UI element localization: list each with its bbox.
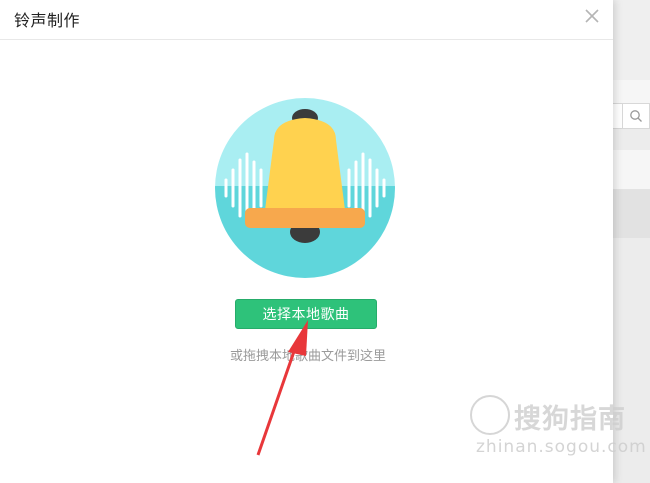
search-icon [629, 110, 642, 122]
dialog-title: 铃声制作 [14, 11, 81, 30]
background-block [612, 190, 650, 238]
watermark-logo [470, 395, 510, 435]
bell-icon [215, 98, 395, 278]
close-button[interactable] [582, 6, 602, 26]
watermark-url: zhinan.sogou.com [476, 437, 647, 457]
background-row [612, 150, 650, 190]
background-panel [612, 0, 650, 80]
close-icon [585, 9, 599, 23]
dialog-header: 铃声制作 [0, 0, 613, 40]
select-local-song-button[interactable]: 选择本地歌曲 [235, 299, 377, 329]
background-search-button[interactable] [622, 104, 648, 128]
watermark: 搜狗指南 zhinan.sogou.com [470, 393, 646, 463]
drag-drop-hint: 或拖拽本地歌曲文件到这里 [230, 349, 387, 364]
watermark-text: 搜狗指南 [514, 404, 626, 435]
